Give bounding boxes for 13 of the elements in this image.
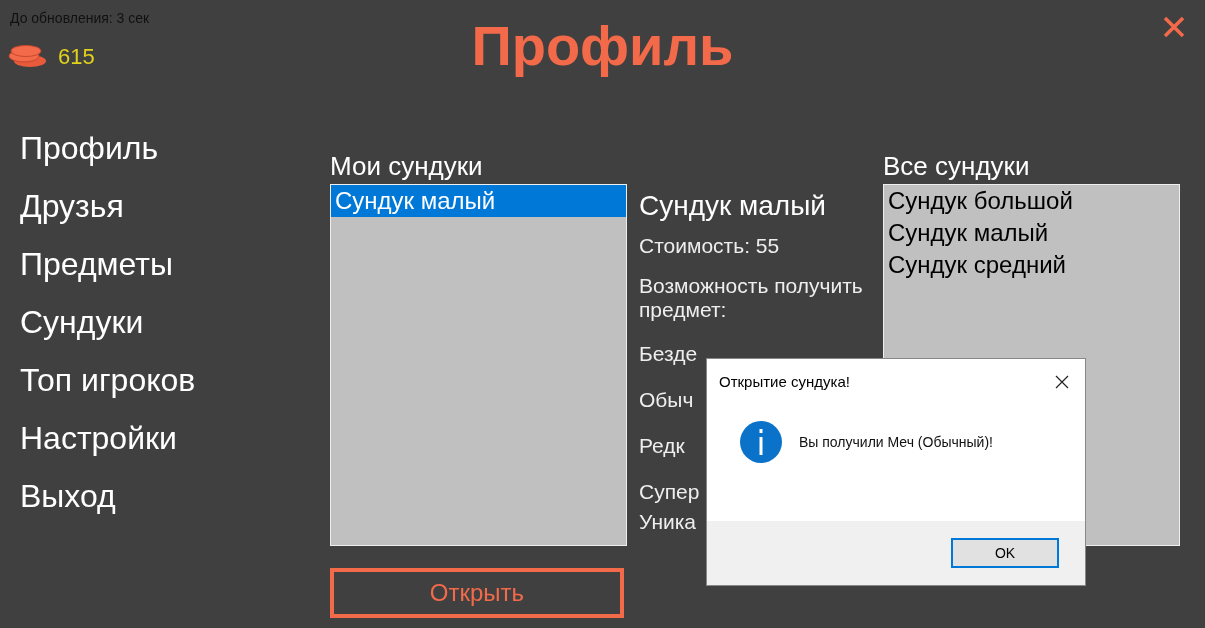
chest-info-text: Стоимость: 55 (639, 234, 780, 258)
list-heading: Мои сундуки (330, 150, 484, 183)
coin-count: 615 (58, 44, 95, 70)
dialog-message: Вы получили Меч (Обычный)! (799, 434, 993, 450)
dialog-title: Открытие сундука! (719, 373, 850, 390)
chest-info-text: Редк (639, 434, 685, 458)
list-heading: Все сундуки (883, 150, 1031, 183)
chest-info-text: Супер (639, 480, 700, 504)
chest-info-text: Безде (639, 342, 698, 366)
chest-info-text: Возможность получить предмет: (639, 274, 864, 322)
chest-info-text: Уника (639, 510, 697, 534)
chest-info-text: Обыч (639, 388, 694, 412)
page-title: Профиль (470, 18, 735, 79)
